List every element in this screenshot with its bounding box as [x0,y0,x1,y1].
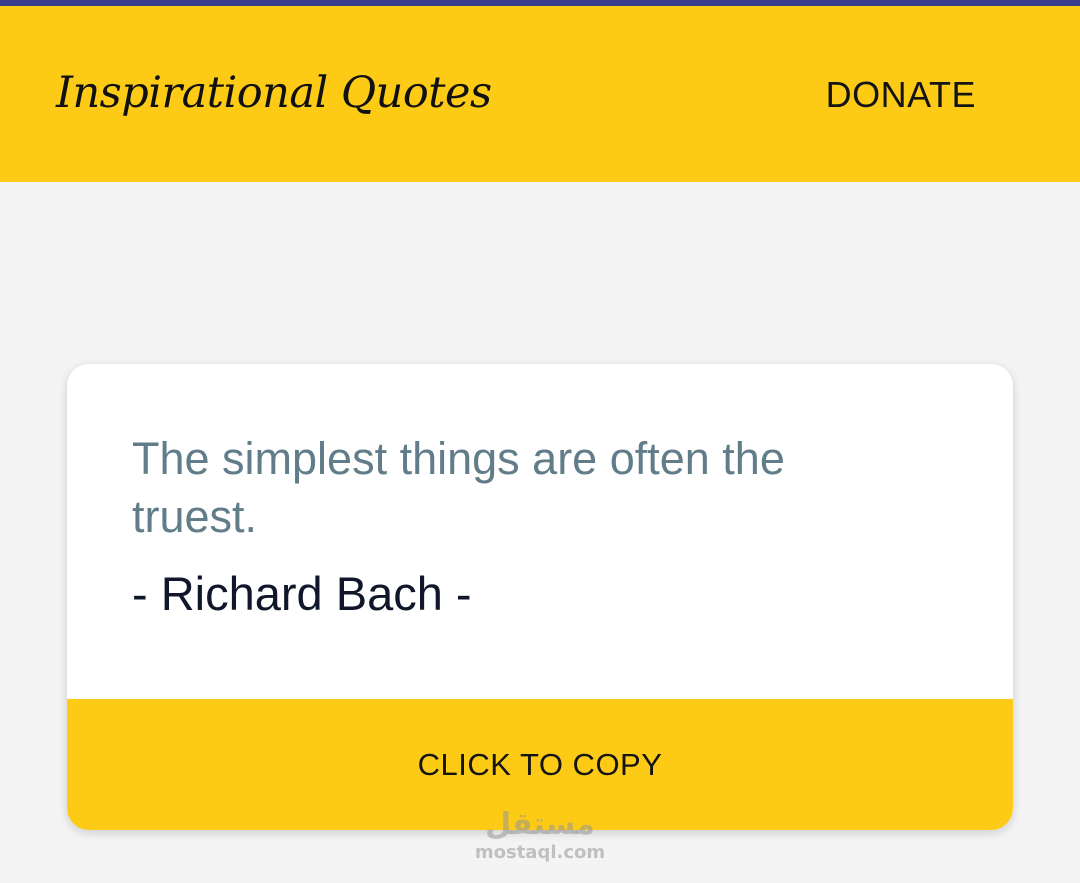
quote-card: The simplest things are often the truest… [67,364,1013,830]
donate-button[interactable]: DONATE [826,74,976,116]
watermark: مستقل mostaql.com [470,808,610,864]
watermark-arabic: مستقل [485,807,595,842]
copy-button-label: CLICK TO COPY [417,746,663,782]
watermark-domain: mostaql.com [474,842,606,863]
app-bar: Inspirational Quotes DONATE [0,6,1080,182]
quote-text: The simplest things are often the truest… [132,433,785,542]
app-title: Inspirational Quotes [56,68,492,118]
quote-author: - Richard Bach - [132,567,472,620]
